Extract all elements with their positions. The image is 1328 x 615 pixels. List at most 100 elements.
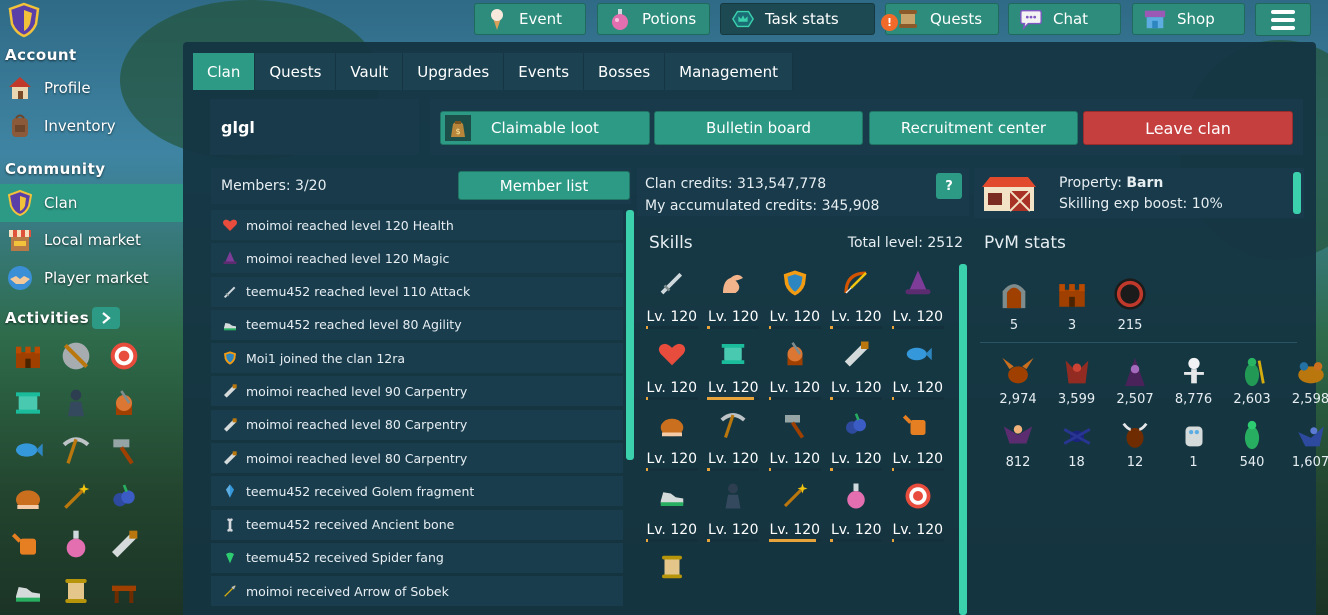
skill-shield[interactable]: Lv. 120 xyxy=(764,264,826,335)
skill-potion[interactable]: Lv. 120 xyxy=(826,477,888,548)
skill-scroll[interactable] xyxy=(641,548,703,615)
castle-icon xyxy=(1054,276,1090,312)
skill-progress-bar xyxy=(830,326,883,329)
house-icon xyxy=(6,74,34,102)
skill-progress-bar xyxy=(768,468,821,471)
pvm-boss-skeleton: 8,776 xyxy=(1165,354,1223,417)
skill-wand[interactable]: Lv. 120 xyxy=(764,477,826,548)
quests-notification-badge: ! xyxy=(881,14,898,31)
bulletin-board-button[interactable]: Bulletin board xyxy=(654,111,863,145)
tab-upgrades[interactable]: Upgrades xyxy=(403,53,505,90)
activity-watering-can[interactable] xyxy=(6,524,50,568)
activity-potion[interactable] xyxy=(54,524,98,568)
skill-bow[interactable]: Lv. 120 xyxy=(826,264,888,335)
sidebar-item-player-market[interactable]: Player market xyxy=(0,260,183,296)
activity-hammer[interactable] xyxy=(102,430,146,474)
hammer-icon xyxy=(108,434,140,470)
skill-turkey[interactable]: Lv. 120 xyxy=(641,406,703,477)
activity-shoe[interactable] xyxy=(6,571,50,615)
pvm-boss-sobek: 2,603 xyxy=(1223,354,1281,417)
chat-bubble-icon xyxy=(1019,7,1043,31)
leave-clan-button[interactable]: Leave clan xyxy=(1083,111,1293,145)
skill-progress-fill xyxy=(768,468,772,471)
sobek-icon xyxy=(1234,354,1270,390)
member-list-button[interactable]: Member list xyxy=(458,171,630,200)
activity-thief[interactable] xyxy=(54,383,98,427)
activity-sewing[interactable] xyxy=(6,383,50,427)
skill-arm[interactable]: Lv. 120 xyxy=(703,264,765,335)
sidebar-item-profile[interactable]: Profile xyxy=(0,70,183,106)
activity-wand[interactable] xyxy=(54,477,98,521)
skill-hammer[interactable]: Lv. 120 xyxy=(764,406,826,477)
claimable-loot-label: Claimable loot xyxy=(491,119,599,137)
skill-level: Lv. 120 xyxy=(707,451,759,467)
shop-button[interactable]: Shop xyxy=(1132,3,1245,35)
feed-item: moimoi reached level 80 Carpentry xyxy=(211,443,623,474)
quests-button[interactable]: Quests xyxy=(885,3,999,35)
skill-pickaxe[interactable]: Lv. 120 xyxy=(703,406,765,477)
skills-scrollbar[interactable] xyxy=(959,264,967,615)
sidebar-item-label: Player market xyxy=(44,269,149,287)
activity-fish[interactable] xyxy=(6,430,50,474)
tab-vault[interactable]: Vault xyxy=(336,53,404,90)
target-icon xyxy=(108,340,140,376)
chat-button[interactable]: Chat xyxy=(1008,3,1121,35)
sidebar-item-inventory[interactable]: Inventory xyxy=(0,108,183,144)
chat-label: Chat xyxy=(1053,10,1089,28)
community-section-title: Community xyxy=(5,160,106,178)
activity-berries[interactable] xyxy=(102,477,146,521)
skill-target[interactable]: Lv. 120 xyxy=(887,477,949,548)
skill-watering-can[interactable]: Lv. 120 xyxy=(887,406,949,477)
loot-bag-icon: $ xyxy=(445,115,471,141)
activity-shield-target[interactable] xyxy=(54,336,98,380)
property-scrollbar[interactable] xyxy=(1293,172,1301,214)
activity-table[interactable] xyxy=(102,571,146,615)
skill-progress-fill xyxy=(645,397,649,400)
claimable-loot-button[interactable]: $ Claimable loot xyxy=(440,111,650,145)
target-icon xyxy=(901,479,935,513)
potions-button[interactable]: Potions xyxy=(597,3,710,35)
tab-quests[interactable]: Quests xyxy=(255,53,337,90)
activity-castle[interactable] xyxy=(6,336,50,380)
skill-level: Lv. 120 xyxy=(892,380,944,396)
skill-saw[interactable]: Lv. 120 xyxy=(826,335,888,406)
activity-woodcutting[interactable] xyxy=(102,383,146,427)
skill-berries[interactable]: Lv. 120 xyxy=(826,406,888,477)
activity-target[interactable] xyxy=(102,336,146,380)
activity-saw[interactable] xyxy=(102,524,146,568)
tab-bosses[interactable]: Bosses xyxy=(584,53,666,90)
skill-sewing[interactable]: Lv. 120 xyxy=(703,335,765,406)
activity-pickaxe[interactable] xyxy=(54,430,98,474)
tab-events[interactable]: Events xyxy=(504,53,585,90)
activity-turkey[interactable] xyxy=(6,477,50,521)
watering-can-icon xyxy=(11,528,44,564)
clan-credits: Clan credits: 313,547,778 My accumulated… xyxy=(637,168,969,216)
skill-progress-fill xyxy=(645,326,649,329)
skill-shoe[interactable]: Lv. 120 xyxy=(641,477,703,548)
pvm-boss-spider: 18 xyxy=(1048,417,1106,480)
skill-heart[interactable]: Lv. 120 xyxy=(641,335,703,406)
tab-management[interactable]: Management xyxy=(665,53,793,90)
credits-help-button[interactable]: ? xyxy=(936,173,962,199)
skill-thief[interactable]: Lv. 120 xyxy=(703,477,765,548)
shoe-icon xyxy=(221,316,239,334)
activities-expand-button[interactable] xyxy=(92,307,120,329)
watering-can-icon xyxy=(901,408,935,442)
sidebar-item-clan[interactable]: Clan xyxy=(0,184,183,222)
heart-icon xyxy=(655,337,689,371)
skill-sword[interactable]: Lv. 120 xyxy=(641,264,703,335)
recruitment-center-button[interactable]: Recruitment center xyxy=(869,111,1078,145)
feed-item: moimoi reached level 120 Health xyxy=(211,210,623,240)
pvm-boss-kills: 12 xyxy=(1126,455,1144,470)
skill-wizard-hat[interactable]: Lv. 120 xyxy=(887,264,949,335)
pvm-stat-value: 215 xyxy=(1117,318,1143,333)
sidebar-item-local-market[interactable]: Local market xyxy=(0,222,183,258)
menu-hamburger-icon[interactable] xyxy=(1255,3,1311,36)
activity-scroll[interactable] xyxy=(54,571,98,615)
event-button[interactable]: Event xyxy=(474,3,586,35)
skill-fish[interactable]: Lv. 120 xyxy=(887,335,949,406)
skill-woodcutting[interactable]: Lv. 120 xyxy=(764,335,826,406)
tab-clan[interactable]: Clan xyxy=(193,53,256,90)
feed-scrollbar[interactable] xyxy=(626,210,634,460)
task-stats-button[interactable]: Task stats xyxy=(720,3,875,35)
